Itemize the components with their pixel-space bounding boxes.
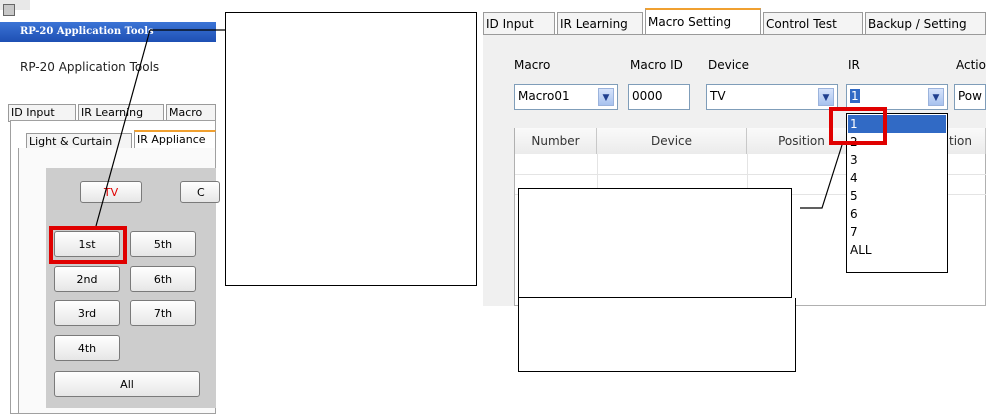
ir-option-5[interactable]: 5 [848, 187, 946, 205]
zone-button-all[interactable]: All [54, 371, 200, 397]
label-macro-id: Macro ID [630, 58, 683, 72]
dropdown-arrow-icon[interactable]: ▼ [928, 88, 944, 106]
label-macro: Macro [514, 58, 551, 72]
device-button-tv[interactable]: TV [80, 181, 142, 203]
zone-button-7th[interactable]: 7th [130, 300, 196, 326]
ir-option-all[interactable]: ALL [848, 241, 946, 259]
callout-box-lower-top [518, 188, 792, 298]
action-select[interactable]: Pow [954, 84, 986, 110]
left-title-bar[interactable]: RP-20 Application Tools [0, 22, 216, 42]
right-tab-ir-learning[interactable]: IR Learning [557, 12, 643, 36]
ir-select-value: 1 [850, 89, 860, 103]
window-app-icon [3, 4, 15, 16]
label-device: Device [708, 58, 750, 72]
ir-option-6[interactable]: 6 [848, 205, 946, 223]
label-ir: IR [848, 58, 860, 72]
grid-header-number[interactable]: Number [515, 128, 597, 154]
callout-box-left [225, 12, 477, 286]
highlight-ir-option-1 [829, 107, 887, 145]
label-action: Actio [956, 58, 986, 72]
callout-box-lower-bottom [518, 298, 796, 372]
ir-option-4[interactable]: 4 [848, 169, 946, 187]
macro-id-input[interactable]: 0000 [628, 84, 690, 110]
dropdown-arrow-icon[interactable]: ▼ [598, 88, 614, 106]
zone-button-5th[interactable]: 5th [130, 231, 196, 257]
zone-button-6th[interactable]: 6th [130, 266, 196, 292]
macro-select-value: Macro01 [518, 89, 570, 103]
action-select-value: Pow [958, 89, 982, 103]
right-tab-backup-setting[interactable]: Backup / Setting [865, 12, 986, 36]
highlight-1st-button [49, 226, 127, 264]
device-button-c[interactable]: C [180, 181, 220, 203]
dropdown-arrow-icon[interactable]: ▼ [818, 88, 834, 106]
right-tab-macro-setting[interactable]: Macro Setting [645, 8, 761, 36]
zone-button-4th[interactable]: 4th [54, 335, 120, 361]
left-window-title: RP-20 Application Tools [20, 26, 154, 37]
zone-button-2nd[interactable]: 2nd [54, 266, 120, 292]
right-tab-control-test[interactable]: Control Test [763, 12, 863, 36]
macro-id-value: 0000 [632, 89, 663, 103]
ir-option-3[interactable]: 3 [848, 151, 946, 169]
app-label: RP-20 Application Tools [20, 60, 160, 74]
right-tab-id-input[interactable]: ID Input [483, 12, 555, 36]
device-select-value: TV [710, 89, 726, 103]
ir-option-7[interactable]: 7 [848, 223, 946, 241]
grid-header-device[interactable]: Device [597, 128, 747, 154]
zone-button-3rd[interactable]: 3rd [54, 300, 120, 326]
